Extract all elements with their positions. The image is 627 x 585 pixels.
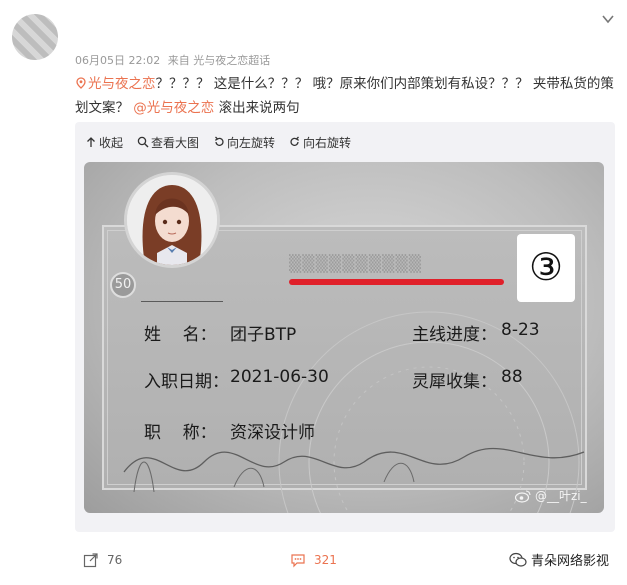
post-timestamp[interactable]: 06月05日 22:02 (75, 54, 160, 67)
name-value: 团子BTP (230, 325, 297, 345)
rotate-right-label: 向右旋转 (303, 135, 352, 150)
progress-value: 8-23 (501, 320, 540, 340)
arrow-up-icon (87, 137, 95, 147)
inspiration-value: 88 (501, 367, 523, 387)
repost-count: 76 (107, 553, 123, 567)
watermark-text: @__叶zi_ (535, 489, 587, 503)
rotate-left-label: 向左旋转 (227, 135, 276, 150)
rotate-right-button[interactable]: 向右旋转 (289, 134, 351, 151)
level-badge: 50 (110, 272, 136, 298)
post-meta: 06月05日 22:02 来自 光与夜之恋超话 (75, 52, 270, 68)
post-tail: 滚出来说两句 (214, 100, 300, 116)
post-image[interactable]: 50 ▒▒▒▒▒▒▒▒▒▒ ③ 姓 名： 团子BTP 入职日期： 2021-06… (84, 162, 604, 513)
title-value: 资深设计师 (230, 423, 315, 443)
number-mark: ③ (517, 234, 575, 302)
portrait-icon (127, 175, 217, 265)
user-avatar[interactable] (12, 14, 58, 60)
source-link[interactable]: 光与夜之恋超话 (193, 54, 270, 67)
media-toolbar: 收起 查看大图 向左旋转 向右旋转 (85, 132, 365, 152)
title-label: 职 称： (144, 423, 217, 443)
red-underline (289, 279, 504, 285)
topic-text: 光与夜之恋 (88, 76, 156, 92)
corner-watermark: 青朵网络影视 (509, 550, 609, 569)
location-pin-icon (76, 77, 86, 89)
topic-link[interactable]: 光与夜之恋 (75, 76, 156, 92)
join-date-label: 入职日期： (144, 372, 229, 392)
source-prefix: 来自 (167, 54, 190, 67)
view-large-button[interactable]: 查看大图 (137, 134, 199, 151)
view-large-label: 查看大图 (151, 135, 200, 150)
comment-button[interactable]: 321 (290, 552, 337, 568)
comment-count: 321 (314, 553, 337, 567)
inspiration-label: 灵犀收集： (412, 372, 497, 392)
comment-icon (291, 554, 305, 568)
media-box: 收起 查看大图 向左旋转 向右旋转 50 ▒▒▒▒▒▒▒▒▒▒ ③ 姓 名： 团… (75, 122, 615, 532)
progress-label: 主线进度： (412, 325, 497, 345)
chevron-down-icon[interactable] (601, 12, 615, 26)
join-date-value: 2021-06-30 (230, 367, 329, 387)
character-portrait (124, 172, 220, 268)
card-title-obscured: ▒▒▒▒▒▒▒▒▒▒ (289, 254, 423, 273)
collapse-button[interactable]: 收起 (85, 134, 123, 151)
badge-underline (141, 301, 223, 302)
weibo-icon (515, 489, 531, 503)
repost-button[interactable]: 76 (83, 552, 122, 568)
name-label: 姓 名： (144, 325, 217, 345)
image-watermark: @__叶zi_ (515, 487, 587, 504)
search-icon (137, 136, 149, 148)
rotate-right-icon (290, 136, 300, 146)
share-icon (83, 553, 98, 568)
rotate-left-icon (215, 136, 224, 146)
collapse-label: 收起 (99, 135, 124, 150)
post-text: 光与夜之恋？？？？ 这是什么？？？ 哦？原来你们内部策划有私设？？？ 夹带私货的… (75, 72, 615, 120)
mention-link[interactable]: @光与夜之恋 (133, 100, 214, 116)
wechat-icon (509, 552, 527, 567)
corner-watermark-text: 青朵网络影视 (530, 554, 609, 569)
rotate-left-button[interactable]: 向左旋转 (213, 134, 275, 151)
